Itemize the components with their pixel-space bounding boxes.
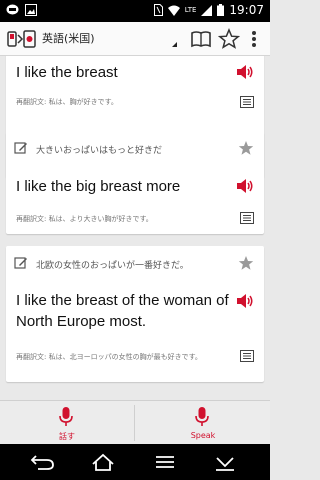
line-app-icon [6, 4, 19, 15]
edit-icon[interactable] [14, 141, 28, 155]
speak-japanese-label: 話す [59, 432, 75, 441]
star-outline-icon[interactable] [218, 28, 240, 50]
translation-list[interactable]: I like the breast 再翻訳文: 私は、胸が好きです。 大きいおっ… [0, 56, 270, 400]
signal-icon [201, 4, 213, 16]
star-icon[interactable] [238, 140, 254, 156]
microphone-icon [59, 407, 73, 426]
image-icon [25, 4, 37, 16]
wifi-icon [167, 5, 180, 16]
translation-card[interactable]: 大きいおっぱいはもっと好きだ I like the big breast mor… [6, 132, 264, 234]
translation-card[interactable]: 北欧の女性のおっぱいが一番好きだ。 I like the breast of t… [6, 246, 264, 382]
button-divider [134, 405, 135, 441]
status-right: LTE 19:07 [153, 3, 264, 17]
clock: 19:07 [229, 3, 264, 17]
speaker-icon[interactable] [236, 64, 254, 80]
recent-apps-icon[interactable] [152, 452, 178, 472]
speaker-icon[interactable] [236, 178, 254, 194]
battery-icon [217, 4, 225, 16]
app-logo-icon[interactable] [6, 27, 38, 51]
sim-icon [153, 4, 163, 16]
back-translation: 再翻訳文: 私は、胸が好きです。 [16, 98, 118, 106]
details-menu-icon[interactable] [240, 96, 254, 108]
network-type: LTE [184, 5, 197, 14]
edit-icon[interactable] [14, 256, 28, 270]
speak-bar: 話す Speak [0, 400, 270, 444]
microphone-icon [195, 407, 209, 426]
back-translation: 再翻訳文: 私は、より大きい胸が好きです。 [16, 215, 153, 223]
star-icon[interactable] [238, 255, 254, 271]
speak-japanese-button[interactable]: 話す [0, 401, 134, 445]
dropdown-caret-icon[interactable] [172, 42, 177, 47]
source-text: 北欧の女性のおっぱいが一番好きだ。 [36, 261, 189, 271]
source-text: 大きいおっぱいはもっと好きだ [36, 146, 163, 156]
status-left [6, 4, 37, 16]
language-selector[interactable]: 英語(米国) [42, 30, 95, 46]
details-menu-icon[interactable] [240, 350, 254, 362]
app-bar: 英語(米国) [0, 22, 270, 56]
translation-text: I like the breast of the woman of North … [16, 290, 229, 332]
speak-english-label: Speak [190, 431, 216, 440]
back-translation: 再翻訳文: 私は、北ヨーロッパの女性の胸が最も好きです。 [16, 353, 202, 361]
speak-english-button[interactable]: Speak [136, 401, 270, 445]
speaker-icon[interactable] [236, 293, 254, 309]
translation-line: I like the breast of the woman of [16, 292, 229, 309]
translation-line: North Europe most. [16, 313, 147, 330]
details-menu-icon[interactable] [240, 212, 254, 224]
status-bar: LTE 19:07 [0, 0, 270, 22]
navigation-bar [0, 444, 270, 480]
translation-text: I like the breast [16, 64, 118, 81]
hide-keyboard-icon[interactable] [212, 452, 238, 472]
translation-text: I like the big breast more [16, 178, 181, 195]
book-icon[interactable] [190, 28, 212, 50]
back-icon[interactable] [30, 452, 56, 472]
overflow-menu-icon[interactable] [246, 28, 262, 50]
home-icon[interactable] [90, 452, 116, 472]
